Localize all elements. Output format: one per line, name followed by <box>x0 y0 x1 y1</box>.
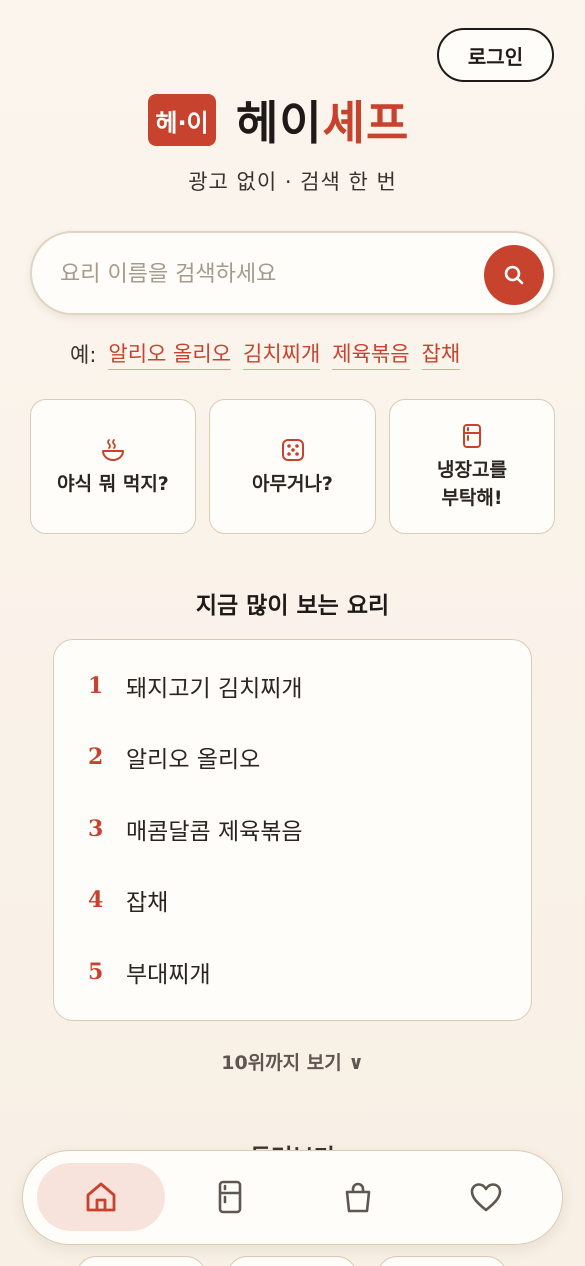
rank-number: 3 <box>88 815 104 842</box>
nav-favorites[interactable] <box>422 1163 550 1231</box>
popular-ranking-list: 1 돼지고기 김치찌개 2 알리오 올리오 3 매콤달콤 제육볶음 4 잡채 5… <box>53 639 532 1021</box>
app-logo: 헤·이 헤이셰프 <box>148 88 409 152</box>
ranking-item[interactable]: 2 알리오 올리오 <box>54 722 531 794</box>
search-input[interactable] <box>60 253 470 295</box>
browse-card[interactable] <box>76 1256 206 1266</box>
heart-icon <box>470 1183 502 1212</box>
rank-number: 5 <box>88 958 104 985</box>
logo-title-part1: 헤이 <box>236 96 323 150</box>
show-top10-button[interactable]: 10위까지 보기 ∨ <box>0 1048 585 1075</box>
quick-actions: 야식 뭐 먹지? 아무거나? 냉장고를 부탁해! <box>30 399 555 534</box>
nav-shopping[interactable] <box>294 1163 422 1231</box>
dish-name: 매콤달콤 제육볶음 <box>126 818 303 845</box>
fridge-icon <box>218 1180 242 1214</box>
ranking-item[interactable]: 4 잡채 <box>54 865 531 937</box>
example-chip[interactable]: 제육볶음 <box>332 338 410 370</box>
late-night-snack-button[interactable]: 야식 뭐 먹지? <box>30 399 196 534</box>
rank-number: 4 <box>88 887 104 914</box>
dice-icon <box>281 438 304 461</box>
home-icon <box>86 1182 116 1212</box>
logo-badge: 헤·이 <box>148 94 216 146</box>
steaming-bowl-icon <box>102 438 124 461</box>
ranking-item[interactable]: 3 매콤달콤 제육볶음 <box>54 793 531 865</box>
ranking-item[interactable]: 5 부대찌개 <box>54 936 531 1008</box>
search-icon <box>504 265 524 285</box>
nav-fridge[interactable] <box>166 1163 294 1231</box>
bottom-navigation <box>22 1150 563 1245</box>
dish-name: 부대찌개 <box>126 961 211 988</box>
dish-name: 잡채 <box>126 890 169 917</box>
popular-section-title: 지금 많이 보는 요리 <box>195 593 390 619</box>
search-examples: 예: 알리오 올리오 김치찌개 제육볶음 잡채 <box>70 338 472 370</box>
example-chip[interactable]: 알리오 올리오 <box>108 338 232 370</box>
random-pick-button[interactable]: 아무거나? <box>209 399 376 534</box>
dish-name: 알리오 올리오 <box>126 747 261 774</box>
action-label: 아무거나? <box>252 472 333 495</box>
fridge-recipe-button[interactable]: 냉장고를 부탁해! <box>389 399 555 534</box>
action-label: 냉장고를 부탁해! <box>437 458 507 509</box>
examples-label: 예: <box>70 343 97 367</box>
login-button[interactable]: 로그인 <box>437 28 554 82</box>
logo-title: 헤이셰프 <box>236 87 409 153</box>
ranking-item[interactable]: 1 돼지고기 김치찌개 <box>54 650 531 722</box>
home-screen: 로그인 헤·이 헤이셰프 광고 없이 · 검색 한 번 예: 알리오 올리오 김… <box>0 0 585 1266</box>
search-bar <box>30 231 555 315</box>
dish-name: 돼지고기 김치찌개 <box>126 675 303 702</box>
browse-card[interactable] <box>227 1256 357 1266</box>
nav-home[interactable] <box>37 1163 165 1231</box>
tagline: 광고 없이 · 검색 한 번 <box>188 170 397 194</box>
shopping-bag-icon <box>345 1182 371 1213</box>
rank-number: 2 <box>88 744 104 771</box>
rank-number: 1 <box>88 672 104 699</box>
example-chip[interactable]: 김치찌개 <box>243 338 321 370</box>
search-button[interactable] <box>484 245 544 305</box>
fridge-icon <box>463 423 481 448</box>
action-label: 야식 뭐 먹지? <box>57 472 169 495</box>
logo-title-part2: 셰프 <box>322 96 410 150</box>
example-chip[interactable]: 잡채 <box>421 338 461 370</box>
browse-card[interactable] <box>377 1256 507 1266</box>
